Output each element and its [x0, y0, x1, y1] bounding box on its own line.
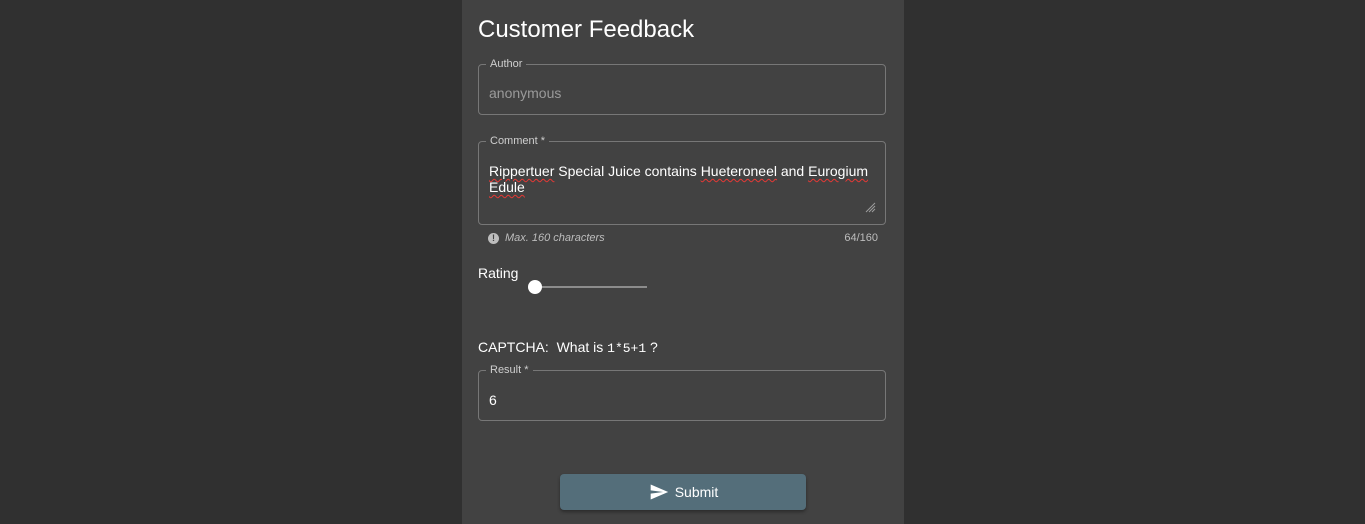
comment-word: Hueteroneel: [700, 163, 777, 179]
captcha-expression: 1*5+1: [607, 341, 647, 356]
comment-hint: ! Max. 160 characters: [488, 232, 605, 245]
comment-value: Rippertuer Special Juice contains Hueter…: [489, 163, 879, 195]
rating-label: Rating: [478, 265, 519, 281]
comment-word: and: [776, 163, 809, 179]
result-value: 6: [489, 392, 497, 408]
comment-textarea[interactable]: Comment * Rippertuer Special Juice conta…: [478, 135, 886, 225]
comment-label: Comment *: [486, 135, 550, 147]
comment-hint-text: Max. 160 characters: [505, 232, 605, 244]
captcha-question: CAPTCHA: What is 1*5+1 ?: [478, 339, 658, 357]
comment-word: Special Juice contains: [554, 163, 701, 179]
rating-slider-thumb[interactable]: [528, 280, 542, 294]
submit-label: Submit: [674, 484, 719, 500]
submit-button[interactable]: Submit: [560, 474, 806, 510]
author-value: anonymous: [489, 85, 562, 101]
feedback-card: Customer Feedback Author anonymous Comme…: [462, 0, 904, 524]
captcha-result-input[interactable]: Result * 6: [478, 364, 886, 421]
author-label: Author: [486, 58, 527, 70]
page-title: Customer Feedback: [478, 16, 695, 43]
comment-word: Edule: [489, 179, 525, 195]
comment-word: Eurogium: [808, 163, 869, 179]
captcha-prefix: CAPTCHA: What is: [478, 339, 608, 355]
character-counter: 64/160: [844, 232, 878, 244]
rating-slider-track[interactable]: [535, 286, 647, 288]
exclamation-circle-icon: !: [488, 233, 499, 244]
comment-word: Rippertuer: [489, 163, 555, 179]
captcha-suffix: ?: [646, 339, 658, 355]
send-icon: [650, 484, 668, 500]
result-label: Result *: [486, 364, 533, 376]
author-field[interactable]: Author anonymous: [478, 58, 886, 115]
resize-grip-icon[interactable]: [865, 202, 876, 213]
